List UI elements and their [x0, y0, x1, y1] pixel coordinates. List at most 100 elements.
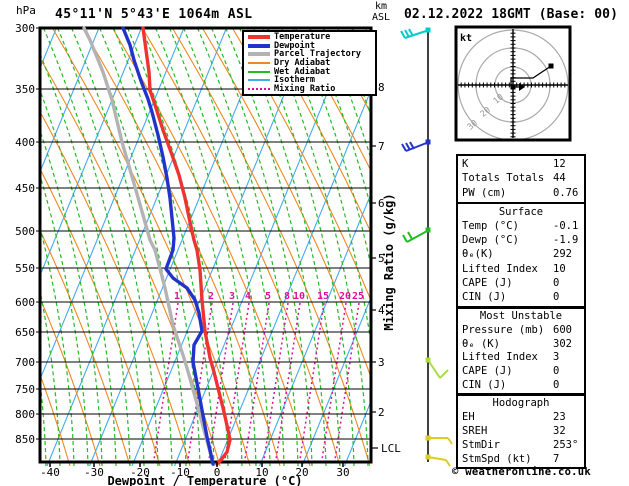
table-row-value: 0.76 — [553, 188, 584, 199]
table-title: Surface — [462, 207, 584, 218]
table-row: EH23 — [462, 412, 584, 423]
table-row-label: θₑ(K) — [462, 249, 553, 260]
table-row-value: 12 — [553, 159, 584, 170]
indices-table: Hodograph EH23 SREH32 StmDir253° StmSpd (kt)… — [456, 394, 586, 469]
legend-swatch — [248, 44, 270, 48]
indices-table: Most Unstable Pressure (mb)600 θₑ (K)302 Li… — [456, 307, 586, 395]
legend-swatch — [248, 62, 270, 64]
table-row-value: 253° — [553, 440, 584, 451]
table-row: StmDir253° — [462, 440, 584, 451]
table-row-value: 23 — [553, 412, 584, 423]
legend-item: Isotherm — [246, 76, 373, 84]
wind-barb — [426, 358, 449, 379]
x-axis-title: Dewpoint / Temperature (°C) — [107, 474, 302, 486]
legend-swatch — [248, 35, 270, 39]
table-row-label: EH — [462, 412, 553, 423]
table-row-label: PW (cm) — [462, 188, 553, 199]
table-row: CAPE (J)0 — [462, 278, 584, 289]
table-row-label: K — [462, 159, 553, 170]
pressure-tick-label: 800 — [15, 408, 35, 421]
pressure-tick-label: 850 — [15, 433, 35, 446]
pressure-tick-label: 650 — [15, 326, 35, 339]
table-row: Temp (°C)-0.1 — [462, 221, 584, 232]
table-row-value: 44 — [553, 173, 584, 184]
svg-text:5: 5 — [265, 291, 271, 302]
wind-barb — [402, 140, 431, 152]
table-row-value: 0 — [553, 380, 584, 391]
table-row: θₑ (K)302 — [462, 339, 584, 350]
table-row: CIN (J)0 — [462, 292, 584, 303]
temp-tick-label: 30 — [336, 466, 349, 479]
table-row-label: Dewp (°C) — [462, 235, 553, 246]
table-row-label: Lifted Index — [462, 352, 553, 363]
table-row: StmSpd (kt)7 — [462, 454, 584, 465]
svg-text:15: 15 — [317, 291, 329, 302]
table-row-label: Totals Totals — [462, 173, 553, 184]
table-row-value: 0 — [553, 366, 584, 377]
temp-tick-label: -40 — [40, 466, 60, 479]
indices-table: K12Totals Totals44PW (cm)0.76 — [456, 154, 586, 204]
table-row: PW (cm)0.76 — [462, 188, 584, 199]
table-row-label: SREH — [462, 426, 553, 437]
parcel-trajectory-curve — [84, 28, 213, 464]
table-row-label: CAPE (J) — [462, 366, 553, 377]
pressure-tick-label: 750 — [15, 383, 35, 396]
run-datetime: 02.12.2022 18GMT (Base: 00) — [404, 7, 618, 22]
table-row: SREH32 — [462, 426, 584, 437]
altitude-axis-unit-asl: ASL — [372, 13, 390, 23]
table-title: Most Unstable — [462, 311, 584, 322]
pressure-tick-label: 400 — [15, 136, 35, 149]
pressure-tick-label: 300 — [15, 22, 35, 35]
table-row-label: CAPE (J) — [462, 278, 553, 289]
svg-text:8: 8 — [284, 291, 290, 302]
table-row: K12 — [462, 159, 584, 170]
chart-legend: TemperatureDewpointParcel TrajectoryDry … — [242, 30, 377, 96]
table-row-label: StmSpd (kt) — [462, 454, 553, 465]
km-tick-label: 7 — [378, 140, 385, 153]
legend-swatch — [248, 52, 270, 56]
wind-barb — [401, 28, 431, 39]
pressure-tick-label: 600 — [15, 296, 35, 309]
table-row: CIN (J)0 — [462, 380, 584, 391]
wind-barb — [426, 455, 451, 467]
table-row: Pressure (mb)600 — [462, 325, 584, 336]
svg-text:3: 3 — [229, 291, 235, 302]
table-title: Hodograph — [462, 398, 584, 409]
km-tick-label: 8 — [378, 81, 385, 94]
pressure-tick-label: 500 — [15, 225, 35, 238]
hodograph-unit-label: kt — [460, 33, 472, 44]
pressure-tick-label: 450 — [15, 182, 35, 195]
wind-barb-column — [401, 28, 452, 467]
svg-text:20: 20 — [339, 291, 351, 302]
pressure-tick-label: 350 — [15, 83, 35, 96]
table-row-label: CIN (J) — [462, 380, 553, 391]
table-row-value: 0 — [553, 278, 584, 289]
table-row-label: Temp (°C) — [462, 221, 553, 232]
table-row-value: 302 — [553, 339, 584, 350]
table-row-label: CIN (J) — [462, 292, 553, 303]
legend-label: Dry Adiabat — [274, 59, 330, 67]
table-row-label: Lifted Index — [462, 264, 553, 275]
hodograph: 102030kt — [456, 27, 570, 140]
wind-barb — [426, 436, 453, 445]
station-title: 45°11'N 5°43'E 1064m ASL — [55, 7, 252, 22]
legend-swatch — [248, 79, 270, 81]
table-row: θₑ(K)292 — [462, 249, 584, 260]
svg-text:2: 2 — [208, 291, 214, 302]
credit-watermark: © weatheronline.co.uk — [452, 466, 591, 478]
altitude-axis-unit-km: km — [375, 2, 387, 12]
legend-label: Isotherm — [274, 76, 315, 84]
pressure-axis-unit: hPa — [16, 4, 36, 17]
indices-table: Surface Temp (°C)-0.1 Dewp (°C)-1.9 θₑ(K)29… — [456, 202, 586, 308]
table-row-value: 600 — [553, 325, 584, 336]
svg-text:4: 4 — [245, 291, 251, 302]
table-row: Dewp (°C)-1.9 — [462, 235, 584, 246]
mixing-axis-title: Mixing Ratio (g/kg) — [382, 193, 396, 330]
table-row-value: 292 — [553, 249, 584, 260]
legend-item: Mixing Ratio — [246, 85, 373, 93]
pressure-tick-label: 550 — [15, 262, 35, 275]
table-row-value: 10 — [553, 264, 584, 275]
km-tick-label: 3 — [378, 356, 385, 369]
table-row: Totals Totals44 — [462, 173, 584, 184]
legend-item: Dry Adiabat — [246, 59, 373, 67]
